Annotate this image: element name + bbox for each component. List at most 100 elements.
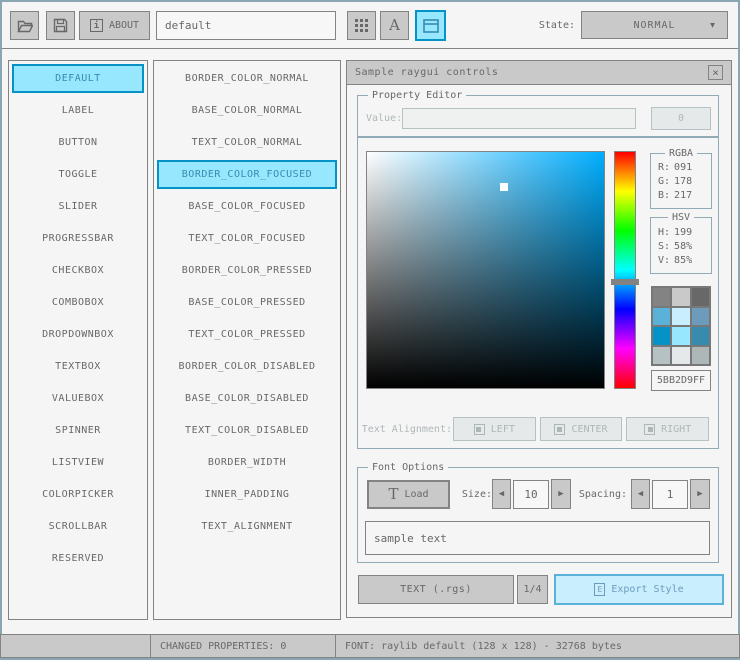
hsv-group: HSV H: 199 S: 58% V: 85% xyxy=(650,212,712,274)
properties-list-item-label: TEXT_COLOR_NORMAL xyxy=(191,137,303,148)
style-color-swatch[interactable] xyxy=(672,346,690,364)
properties-list-item[interactable]: BORDER_COLOR_FOCUSED xyxy=(157,160,337,189)
properties-list-item-label: TEXT_COLOR_DISABLED xyxy=(185,425,309,436)
style-color-swatch[interactable] xyxy=(653,346,671,364)
properties-list-item[interactable]: TEXT_COLOR_NORMAL xyxy=(157,128,337,157)
color-cursor[interactable] xyxy=(500,183,509,192)
font-spacing-increase-button[interactable]: ▶ xyxy=(690,479,710,509)
style-color-swatch[interactable] xyxy=(653,288,671,306)
controls-list-item[interactable]: COLORPICKER xyxy=(12,480,144,509)
hue-handle[interactable] xyxy=(611,279,639,286)
properties-list-item[interactable]: BASE_COLOR_NORMAL xyxy=(157,96,337,125)
toolbar-separator xyxy=(2,48,738,49)
controls-list-item[interactable]: DROPDOWNBOX xyxy=(12,320,144,349)
statusbar-font-info: FONT: raylib default (128 x 128) - 32768… xyxy=(335,634,740,658)
state-dropdown[interactable]: NORMAL ▼ xyxy=(581,11,728,39)
s-value: 58% xyxy=(674,241,693,252)
style-grid-icon xyxy=(355,19,368,32)
properties-list-item-label: BORDER_COLOR_NORMAL xyxy=(185,73,309,84)
font-size-value[interactable]: 10 xyxy=(513,480,549,509)
controls-list-item[interactable]: PROGRESSBAR xyxy=(12,224,144,253)
style-color-swatch[interactable] xyxy=(672,288,690,306)
font-view-button[interactable]: A xyxy=(380,11,409,40)
window-titlebar[interactable]: Sample raygui controls xyxy=(347,61,731,85)
controls-list-item-label: COLORPICKER xyxy=(42,489,114,500)
style-color-swatch[interactable] xyxy=(691,307,709,325)
window-close-button[interactable]: × xyxy=(708,65,723,80)
style-color-swatch[interactable] xyxy=(691,327,709,345)
value-apply-button[interactable]: 0 xyxy=(651,107,711,130)
properties-list-item[interactable]: TEXT_COLOR_PRESSED xyxy=(157,320,337,349)
sample-text-box[interactable]: sample text xyxy=(365,521,710,555)
style-table-view-button[interactable] xyxy=(347,11,376,40)
controls-list-item[interactable]: RESERVED xyxy=(12,544,144,573)
export-format-button[interactable]: TEXT (.rgs) xyxy=(358,575,514,604)
properties-list-item[interactable]: INNER_PADDING xyxy=(157,480,337,509)
about-button[interactable]: i ABOUT xyxy=(79,11,150,40)
style-color-swatch[interactable] xyxy=(653,327,671,345)
properties-list-item[interactable]: BASE_COLOR_DISABLED xyxy=(157,384,337,413)
text-alignment-button[interactable]: RIGHT xyxy=(626,417,710,441)
style-name-input[interactable] xyxy=(156,11,336,40)
controls-list-item[interactable]: TOGGLE xyxy=(12,160,144,189)
style-color-swatch[interactable] xyxy=(672,327,690,345)
style-color-swatch[interactable] xyxy=(672,307,690,325)
style-color-swatch[interactable] xyxy=(653,307,671,325)
hex-value-box[interactable]: 5BB2D9FF xyxy=(651,370,711,391)
controls-list-item[interactable]: VALUEBOX xyxy=(12,384,144,413)
controls-list-item-label: VALUEBOX xyxy=(51,393,105,404)
properties-list-item[interactable]: BORDER_COLOR_PRESSED xyxy=(157,256,337,285)
controls-list-item[interactable]: SPINNER xyxy=(12,416,144,445)
font-spacing-decrease-button[interactable]: ◀ xyxy=(631,479,650,509)
text-alignment-button[interactable]: CENTER xyxy=(539,417,623,441)
about-button-label: ABOUT xyxy=(108,20,140,31)
controls-list-item[interactable]: LABEL xyxy=(12,96,144,125)
export-style-button-label: Export Style xyxy=(611,584,684,595)
controls-list-item[interactable]: DEFAULT xyxy=(12,64,144,93)
open-style-button[interactable] xyxy=(10,11,39,40)
property-editor-group-label: Property Editor xyxy=(368,90,467,101)
value-input[interactable] xyxy=(402,108,636,129)
controls-list-item[interactable]: SLIDER xyxy=(12,192,144,221)
dropdown-arrow-icon: ▼ xyxy=(710,20,715,30)
hue-bar[interactable] xyxy=(611,151,639,389)
export-format-pager[interactable]: 1/4 xyxy=(517,575,548,604)
controls-list-item[interactable]: TEXTBOX xyxy=(12,352,144,381)
text-alignment-button[interactable]: LEFT xyxy=(453,417,536,441)
controls-view-button[interactable] xyxy=(415,10,446,41)
controls-list-item-label: PROGRESSBAR xyxy=(42,233,114,244)
properties-list-item[interactable]: TEXT_ALIGNMENT xyxy=(157,512,337,541)
alignment-icon xyxy=(644,423,656,435)
controls-list-item[interactable]: BUTTON xyxy=(12,128,144,157)
properties-list-item[interactable]: TEXT_COLOR_FOCUSED xyxy=(157,224,337,253)
export-format-pager-label: 1/4 xyxy=(523,584,542,595)
controls-list-item[interactable]: LISTVIEW xyxy=(12,448,144,477)
controls-list-item-label: COMBOBOX xyxy=(51,297,105,308)
style-color-swatch[interactable] xyxy=(691,288,709,306)
font-size-decrease-button[interactable]: ◀ xyxy=(492,479,511,509)
export-style-button[interactable]: E Export Style xyxy=(554,574,724,605)
font-size-increase-button[interactable]: ▶ xyxy=(551,479,571,509)
controls-list-item[interactable]: SCROLLBAR xyxy=(12,512,144,541)
export-format-button-label: TEXT (.rgs) xyxy=(400,584,472,595)
value-apply-button-label: 0 xyxy=(677,113,685,124)
properties-list-item[interactable]: BORDER_COLOR_NORMAL xyxy=(157,64,337,93)
properties-list-item-label: INNER_PADDING xyxy=(204,489,290,500)
controls-list-item[interactable]: CHECKBOX xyxy=(12,256,144,285)
properties-list-item-label: BASE_COLOR_NORMAL xyxy=(191,105,303,116)
properties-list-item[interactable]: BORDER_COLOR_DISABLED xyxy=(157,352,337,381)
properties-list-item[interactable]: BORDER_WIDTH xyxy=(157,448,337,477)
hsv-group-label: HSV xyxy=(667,212,695,223)
properties-list-item[interactable]: TEXT_COLOR_DISABLED xyxy=(157,416,337,445)
b-label: B: xyxy=(658,190,671,201)
color-panel[interactable] xyxy=(366,151,605,389)
font-spacing-value[interactable]: 1 xyxy=(652,480,688,509)
hex-value: 5BB2D9FF xyxy=(656,375,706,386)
properties-list-item[interactable]: BASE_COLOR_FOCUSED xyxy=(157,192,337,221)
style-color-swatch[interactable] xyxy=(691,346,709,364)
properties-list-item[interactable]: BASE_COLOR_PRESSED xyxy=(157,288,337,317)
font-load-button[interactable]: T Load xyxy=(367,480,450,509)
save-style-button[interactable] xyxy=(46,11,75,40)
style-color-palette xyxy=(651,286,711,366)
controls-list-item[interactable]: COMBOBOX xyxy=(12,288,144,317)
